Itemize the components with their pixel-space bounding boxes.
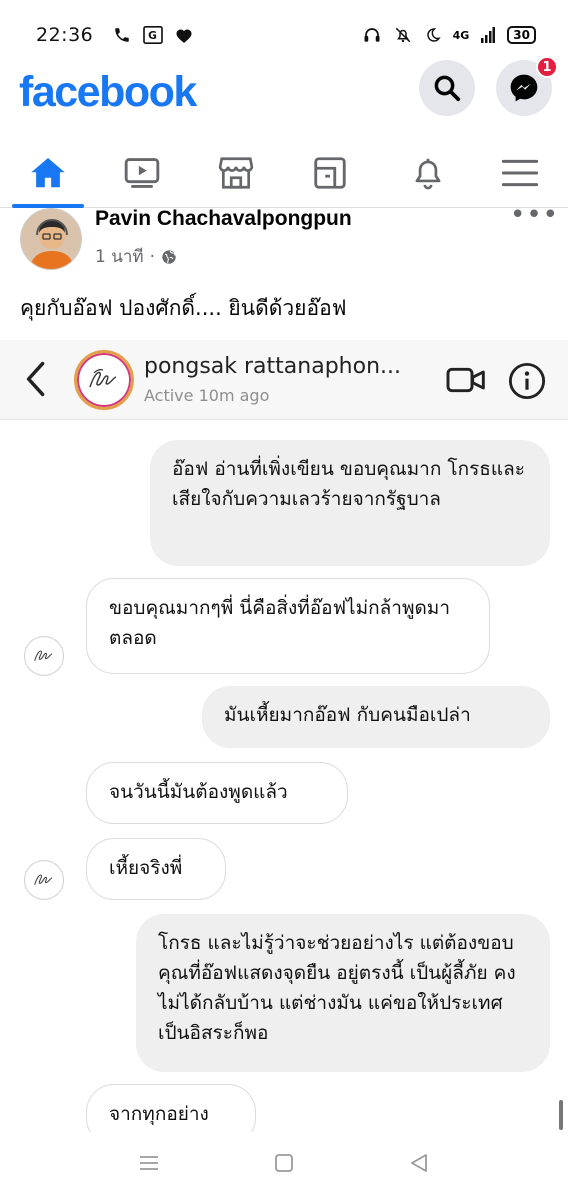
translate-icon: G bbox=[143, 26, 164, 44]
contact-avatar-small bbox=[24, 636, 64, 676]
mute-icon bbox=[395, 27, 410, 43]
more-options-icon[interactable]: ••• bbox=[510, 200, 559, 230]
headset-icon bbox=[364, 28, 380, 42]
battery-icon: 30 bbox=[507, 26, 536, 44]
scrollbar[interactable] bbox=[559, 1100, 563, 1130]
author-photo bbox=[21, 209, 81, 269]
contact-avatar-small bbox=[24, 860, 64, 900]
messenger-icon bbox=[510, 74, 538, 102]
post-text: คุยกับอ๊อฟ ปองศักดิ์.... ยินดีด้วยอ๊อฟ bbox=[20, 296, 347, 320]
system-nav-bar bbox=[0, 1132, 568, 1200]
network-label: 4G bbox=[452, 28, 470, 42]
pages-icon bbox=[314, 157, 346, 189]
app-header: facebook 1 bbox=[0, 56, 568, 128]
message-bubble-received: เหี้ยจริงพี่ bbox=[86, 838, 226, 900]
bell-icon bbox=[415, 158, 441, 190]
message-bubble-received: จนวันนี้มันต้องพูดแล้ว bbox=[86, 762, 348, 824]
facebook-logo[interactable]: facebook bbox=[19, 68, 197, 117]
svg-text:G: G bbox=[148, 29, 157, 42]
message-bubble-received: ขอบคุณมากๆพี่ นี่คือสิ่งที่อ๊อฟไม่กล้าพู… bbox=[86, 578, 490, 674]
phone-icon bbox=[115, 28, 130, 42]
tab-pages[interactable] bbox=[290, 140, 370, 206]
pongsak-logo-icon bbox=[34, 650, 53, 661]
heart-icon bbox=[176, 29, 192, 43]
pongsak-logo-icon bbox=[34, 874, 53, 885]
tab-notifications[interactable] bbox=[388, 140, 468, 206]
main-nav bbox=[0, 140, 568, 208]
back-nav-icon[interactable] bbox=[408, 1152, 430, 1174]
message-bubble-sent: อ๊อฟ อ่านที่เพิ่งเขียน ขอบคุณมาก โกรธและ… bbox=[150, 440, 550, 566]
home-icon bbox=[31, 157, 65, 188]
message-bubble-sent: โกรธ และไม่รู้ว่าจะช่วยอย่างไร แต่ต้องขอ… bbox=[136, 914, 550, 1072]
chat-contact-name: pongsak rattanaphon... bbox=[144, 354, 401, 379]
post-author[interactable]: Pavin Chachavalpongpun bbox=[95, 207, 352, 231]
info-icon bbox=[508, 362, 546, 400]
meta-separator: · bbox=[149, 246, 155, 267]
globe-icon bbox=[162, 249, 176, 264]
status-time: 22:36 bbox=[36, 24, 94, 46]
messenger-badge: 1 bbox=[536, 56, 558, 78]
chat-avatar bbox=[74, 350, 134, 410]
tab-watch[interactable] bbox=[102, 140, 182, 206]
back-icon bbox=[26, 361, 45, 397]
tab-marketplace[interactable] bbox=[196, 140, 276, 206]
post-meta: 1 นาที · bbox=[95, 243, 177, 270]
search-icon bbox=[434, 75, 461, 102]
menu-icon bbox=[501, 159, 539, 187]
marketplace-icon bbox=[218, 157, 254, 189]
messenger-button[interactable]: 1 bbox=[496, 56, 558, 116]
post-time[interactable]: 1 นาที bbox=[95, 243, 144, 270]
recent-apps-icon[interactable] bbox=[138, 1152, 160, 1174]
tab-menu[interactable] bbox=[480, 140, 560, 206]
video-icon bbox=[124, 158, 160, 188]
video-call-icon bbox=[446, 367, 485, 393]
chat-header: pongsak rattanaphon... Active 10m ago bbox=[0, 340, 568, 420]
tab-home[interactable] bbox=[8, 140, 88, 208]
chat-active-status: Active 10m ago bbox=[144, 386, 270, 405]
signal-icon bbox=[481, 27, 496, 43]
home-nav-icon[interactable] bbox=[274, 1152, 294, 1174]
message-bubble-received: จากทุกอย่าง bbox=[86, 1084, 256, 1132]
author-avatar[interactable] bbox=[20, 208, 82, 270]
moon-icon bbox=[426, 28, 441, 42]
post-image[interactable]: pongsak rattanaphon... Active 10m ago อ๊… bbox=[0, 340, 568, 1132]
pongsak-logo-icon bbox=[89, 369, 117, 388]
message-bubble-sent: มันเหี้ยมากอ๊อฟ กับคนมือเปล่า bbox=[202, 686, 550, 748]
search-button[interactable] bbox=[419, 60, 475, 116]
